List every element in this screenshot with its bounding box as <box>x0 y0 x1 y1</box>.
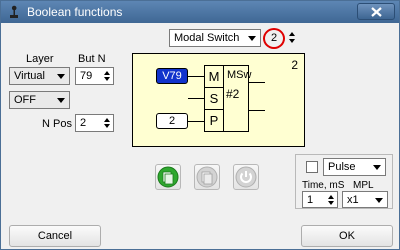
function-block-panel: 2 V79 2 M S P MSw #2 <box>132 53 305 147</box>
line-s-in <box>188 98 204 99</box>
p-value-text: 2 <box>168 115 176 127</box>
block-type: MSw <box>227 69 252 81</box>
chevron-down-icon <box>57 98 65 103</box>
n-pos-spinbox[interactable]: 2 <box>75 114 114 132</box>
pin-p: P <box>209 113 219 128</box>
window-title: Boolean functions <box>27 5 123 19</box>
spin-up-icon[interactable] <box>104 118 110 122</box>
copy-icon <box>196 166 218 188</box>
mpl-select[interactable]: x1 <box>342 191 388 208</box>
block-index: 2 <box>291 58 298 72</box>
spin-down-icon[interactable] <box>328 201 334 205</box>
layer-label: Layer <box>26 53 54 65</box>
time-label: Time, mS <box>302 180 345 191</box>
pin-m: M <box>205 66 223 88</box>
chevron-down-icon <box>57 74 65 79</box>
number-spinner[interactable] <box>288 31 296 45</box>
layer-select[interactable]: Virtual <box>9 67 70 85</box>
line-p-in <box>188 121 204 122</box>
spin-down-icon[interactable] <box>104 77 110 81</box>
pin-s: S <box>205 88 223 110</box>
close-icon <box>371 7 382 17</box>
p-value-box[interactable]: 2 <box>156 113 188 129</box>
pin-column: M S P <box>204 65 224 132</box>
copy-button[interactable] <box>194 164 220 190</box>
state-select-value: OFF <box>14 94 36 106</box>
add-button[interactable] <box>155 164 181 190</box>
ok-button[interactable]: OK <box>301 225 393 247</box>
boolean-functions-window: Boolean functions Modal Switch 2 Layer B… <box>0 0 400 250</box>
spin-down-icon[interactable] <box>104 124 110 128</box>
power-icon <box>235 166 257 188</box>
block-body: MSw #2 <box>223 65 252 132</box>
spin-up-icon[interactable] <box>289 32 295 36</box>
chevron-down-icon <box>248 36 256 41</box>
line-m-in <box>188 76 204 77</box>
number-value[interactable]: 2 <box>271 32 277 44</box>
pulse-checkbox[interactable] <box>306 161 318 173</box>
mode-select[interactable]: Modal Switch <box>169 29 261 47</box>
play-icon <box>157 166 179 188</box>
mode-select-value: Modal Switch <box>174 32 240 44</box>
but-n-spinbox[interactable]: 79 <box>75 67 114 85</box>
pulse-select-value: Pulse <box>328 161 356 173</box>
cancel-button[interactable]: Cancel <box>9 225 101 247</box>
state-select[interactable]: OFF <box>9 91 70 109</box>
but-n-label: But N <box>78 53 106 65</box>
layer-select-value: Virtual <box>14 70 45 82</box>
block-number: #2 <box>226 87 240 101</box>
reset-button[interactable] <box>233 164 259 190</box>
time-spinbox[interactable]: 1 <box>302 191 338 208</box>
n-pos-value: 2 <box>80 117 87 129</box>
line-out-1 <box>249 82 265 83</box>
input-tag-m[interactable]: V79 <box>156 68 188 84</box>
spin-up-icon[interactable] <box>328 195 334 199</box>
joystick-icon <box>7 5 21 19</box>
pulse-select[interactable]: Pulse <box>323 158 386 176</box>
chevron-down-icon <box>373 165 381 170</box>
n-pos-label: N Pos <box>42 118 72 130</box>
line-out-2 <box>249 110 265 111</box>
mpl-select-value: x1 <box>347 194 359 206</box>
mpl-label: MPL <box>353 180 374 191</box>
but-n-value: 79 <box>80 70 93 82</box>
input-tag-text: V79 <box>162 70 182 82</box>
close-button[interactable] <box>357 3 395 20</box>
spin-down-icon[interactable] <box>289 39 295 43</box>
pulse-group: Pulse Time, mS MPL 1 x1 <box>295 154 393 209</box>
chevron-down-icon <box>375 198 383 203</box>
spin-up-icon[interactable] <box>104 71 110 75</box>
title-bar: Boolean functions <box>1 1 399 23</box>
time-value: 1 <box>307 194 314 206</box>
